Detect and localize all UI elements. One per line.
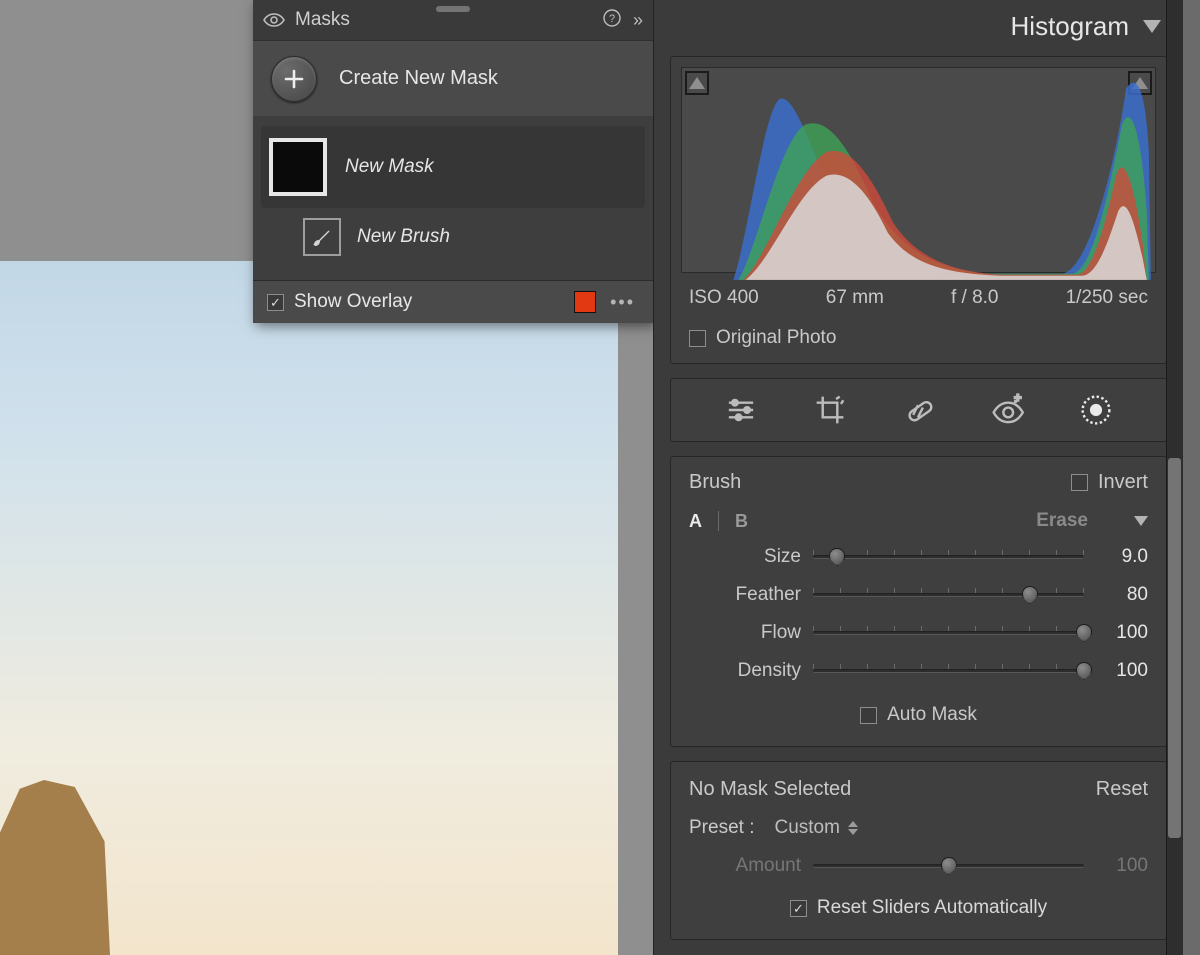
invert-label: Invert bbox=[1098, 471, 1148, 494]
mask-component-item[interactable]: New Brush bbox=[261, 208, 645, 270]
density-slider[interactable] bbox=[813, 662, 1084, 680]
focal-value: 67 mm bbox=[826, 287, 884, 309]
original-photo-row: Original Photo bbox=[671, 309, 1166, 349]
brush-section: Brush Invert A B Erase Size 9.0 Feather bbox=[670, 456, 1167, 747]
collapse-icon[interactable]: » bbox=[633, 10, 643, 31]
aperture-value: f / 8.0 bbox=[951, 287, 999, 309]
canvas-top-gray bbox=[0, 0, 253, 261]
crop-icon[interactable] bbox=[813, 393, 847, 427]
updown-icon bbox=[848, 821, 858, 835]
feather-slider-row: Feather 80 bbox=[689, 576, 1148, 614]
mask-item[interactable]: New Mask bbox=[261, 126, 645, 208]
tool-strip: + bbox=[670, 378, 1167, 442]
shutter-value: 1/250 sec bbox=[1066, 287, 1148, 309]
svg-text:?: ? bbox=[609, 13, 615, 25]
reset-auto-row: Reset Sliders Automatically bbox=[689, 885, 1148, 919]
original-photo-checkbox[interactable] bbox=[689, 330, 706, 347]
mask-list: New Mask New Brush bbox=[253, 116, 653, 280]
masks-title: Masks bbox=[295, 9, 593, 31]
chevron-down-icon[interactable] bbox=[1143, 20, 1161, 33]
flow-label: Flow bbox=[689, 622, 801, 644]
preset-select[interactable]: Custom bbox=[774, 817, 857, 839]
amount-value: 100 bbox=[1096, 855, 1148, 877]
edit-sliders-icon[interactable] bbox=[724, 393, 758, 427]
svg-text:+: + bbox=[1014, 393, 1021, 405]
masks-panel: Masks ? » Create New Mask New Mask New B… bbox=[253, 0, 653, 323]
feather-value[interactable]: 80 bbox=[1096, 584, 1148, 606]
create-new-mask-label: Create New Mask bbox=[339, 67, 498, 90]
heal-icon[interactable] bbox=[901, 393, 935, 427]
preset-label: Preset : bbox=[689, 817, 754, 839]
brush-a-button[interactable]: A bbox=[689, 511, 702, 532]
more-icon[interactable]: ••• bbox=[606, 292, 639, 313]
size-slider[interactable] bbox=[813, 548, 1084, 566]
flow-value[interactable]: 100 bbox=[1096, 622, 1148, 644]
masking-icon[interactable] bbox=[1079, 393, 1113, 427]
visibility-icon[interactable] bbox=[263, 12, 285, 28]
chevron-down-icon[interactable] bbox=[1134, 516, 1148, 526]
histogram-curves bbox=[682, 68, 1155, 280]
brush-section-label: Brush bbox=[689, 471, 741, 494]
mask-thumbnail bbox=[269, 138, 327, 196]
flow-slider-row: Flow 100 bbox=[689, 614, 1148, 652]
reset-auto-checkbox[interactable] bbox=[790, 900, 807, 917]
right-panel: Histogram ISO 400 67 mm f / 8.0 1/250 se… bbox=[653, 0, 1183, 955]
feather-label: Feather bbox=[689, 584, 801, 606]
photo-rock bbox=[0, 780, 110, 955]
show-overlay-checkbox[interactable] bbox=[267, 294, 284, 311]
panel-drag-handle[interactable] bbox=[436, 6, 470, 12]
effect-section: No Mask Selected Reset Preset : Custom A… bbox=[670, 761, 1167, 940]
original-photo-label: Original Photo bbox=[716, 327, 836, 349]
overlay-bar: Show Overlay ••• bbox=[253, 280, 653, 323]
scrollbar-thumb[interactable] bbox=[1168, 458, 1181, 838]
invert-checkbox[interactable] bbox=[1071, 474, 1088, 491]
reset-auto-label: Reset Sliders Automatically bbox=[817, 897, 1047, 919]
automask-label: Auto Mask bbox=[887, 704, 977, 726]
size-label: Size bbox=[689, 546, 801, 568]
flow-slider[interactable] bbox=[813, 624, 1084, 642]
reset-button[interactable]: Reset bbox=[1096, 778, 1148, 801]
mask-item-label: New Mask bbox=[345, 156, 434, 178]
amount-slider[interactable] bbox=[813, 857, 1084, 875]
density-label: Density bbox=[689, 660, 801, 682]
mask-component-label: New Brush bbox=[357, 226, 450, 248]
size-slider-row: Size 9.0 bbox=[689, 538, 1148, 576]
histogram-chart[interactable] bbox=[681, 67, 1156, 273]
plus-icon bbox=[271, 56, 317, 102]
overlay-color-swatch[interactable] bbox=[574, 291, 596, 313]
scrollbar-track[interactable] bbox=[1166, 0, 1183, 955]
help-icon[interactable]: ? bbox=[603, 9, 621, 32]
histogram-box: ISO 400 67 mm f / 8.0 1/250 sec Original… bbox=[670, 56, 1167, 364]
automask-row: Auto Mask bbox=[689, 690, 1148, 726]
exif-row: ISO 400 67 mm f / 8.0 1/250 sec bbox=[671, 277, 1166, 309]
amount-slider-row: Amount 100 bbox=[689, 847, 1148, 885]
brush-icon bbox=[303, 218, 341, 256]
density-value[interactable]: 100 bbox=[1096, 660, 1148, 682]
photo-preview[interactable] bbox=[0, 261, 618, 955]
histogram-header[interactable]: Histogram bbox=[654, 0, 1183, 52]
preset-value: Custom bbox=[774, 817, 839, 839]
show-overlay-label: Show Overlay bbox=[294, 291, 564, 313]
redeye-icon[interactable]: + bbox=[990, 393, 1024, 427]
no-mask-label: No Mask Selected bbox=[689, 778, 851, 801]
feather-slider[interactable] bbox=[813, 586, 1084, 604]
brush-b-button[interactable]: B bbox=[735, 511, 748, 532]
amount-label: Amount bbox=[689, 855, 801, 877]
erase-button[interactable]: Erase bbox=[1036, 510, 1088, 532]
size-value[interactable]: 9.0 bbox=[1096, 546, 1148, 568]
histogram-title: Histogram bbox=[1011, 11, 1129, 42]
brush-ab-row: A B Erase bbox=[689, 494, 1148, 538]
automask-checkbox[interactable] bbox=[860, 707, 877, 724]
density-slider-row: Density 100 bbox=[689, 652, 1148, 690]
divider bbox=[718, 511, 719, 531]
create-new-mask-button[interactable]: Create New Mask bbox=[253, 40, 653, 116]
iso-value: ISO 400 bbox=[689, 287, 759, 309]
